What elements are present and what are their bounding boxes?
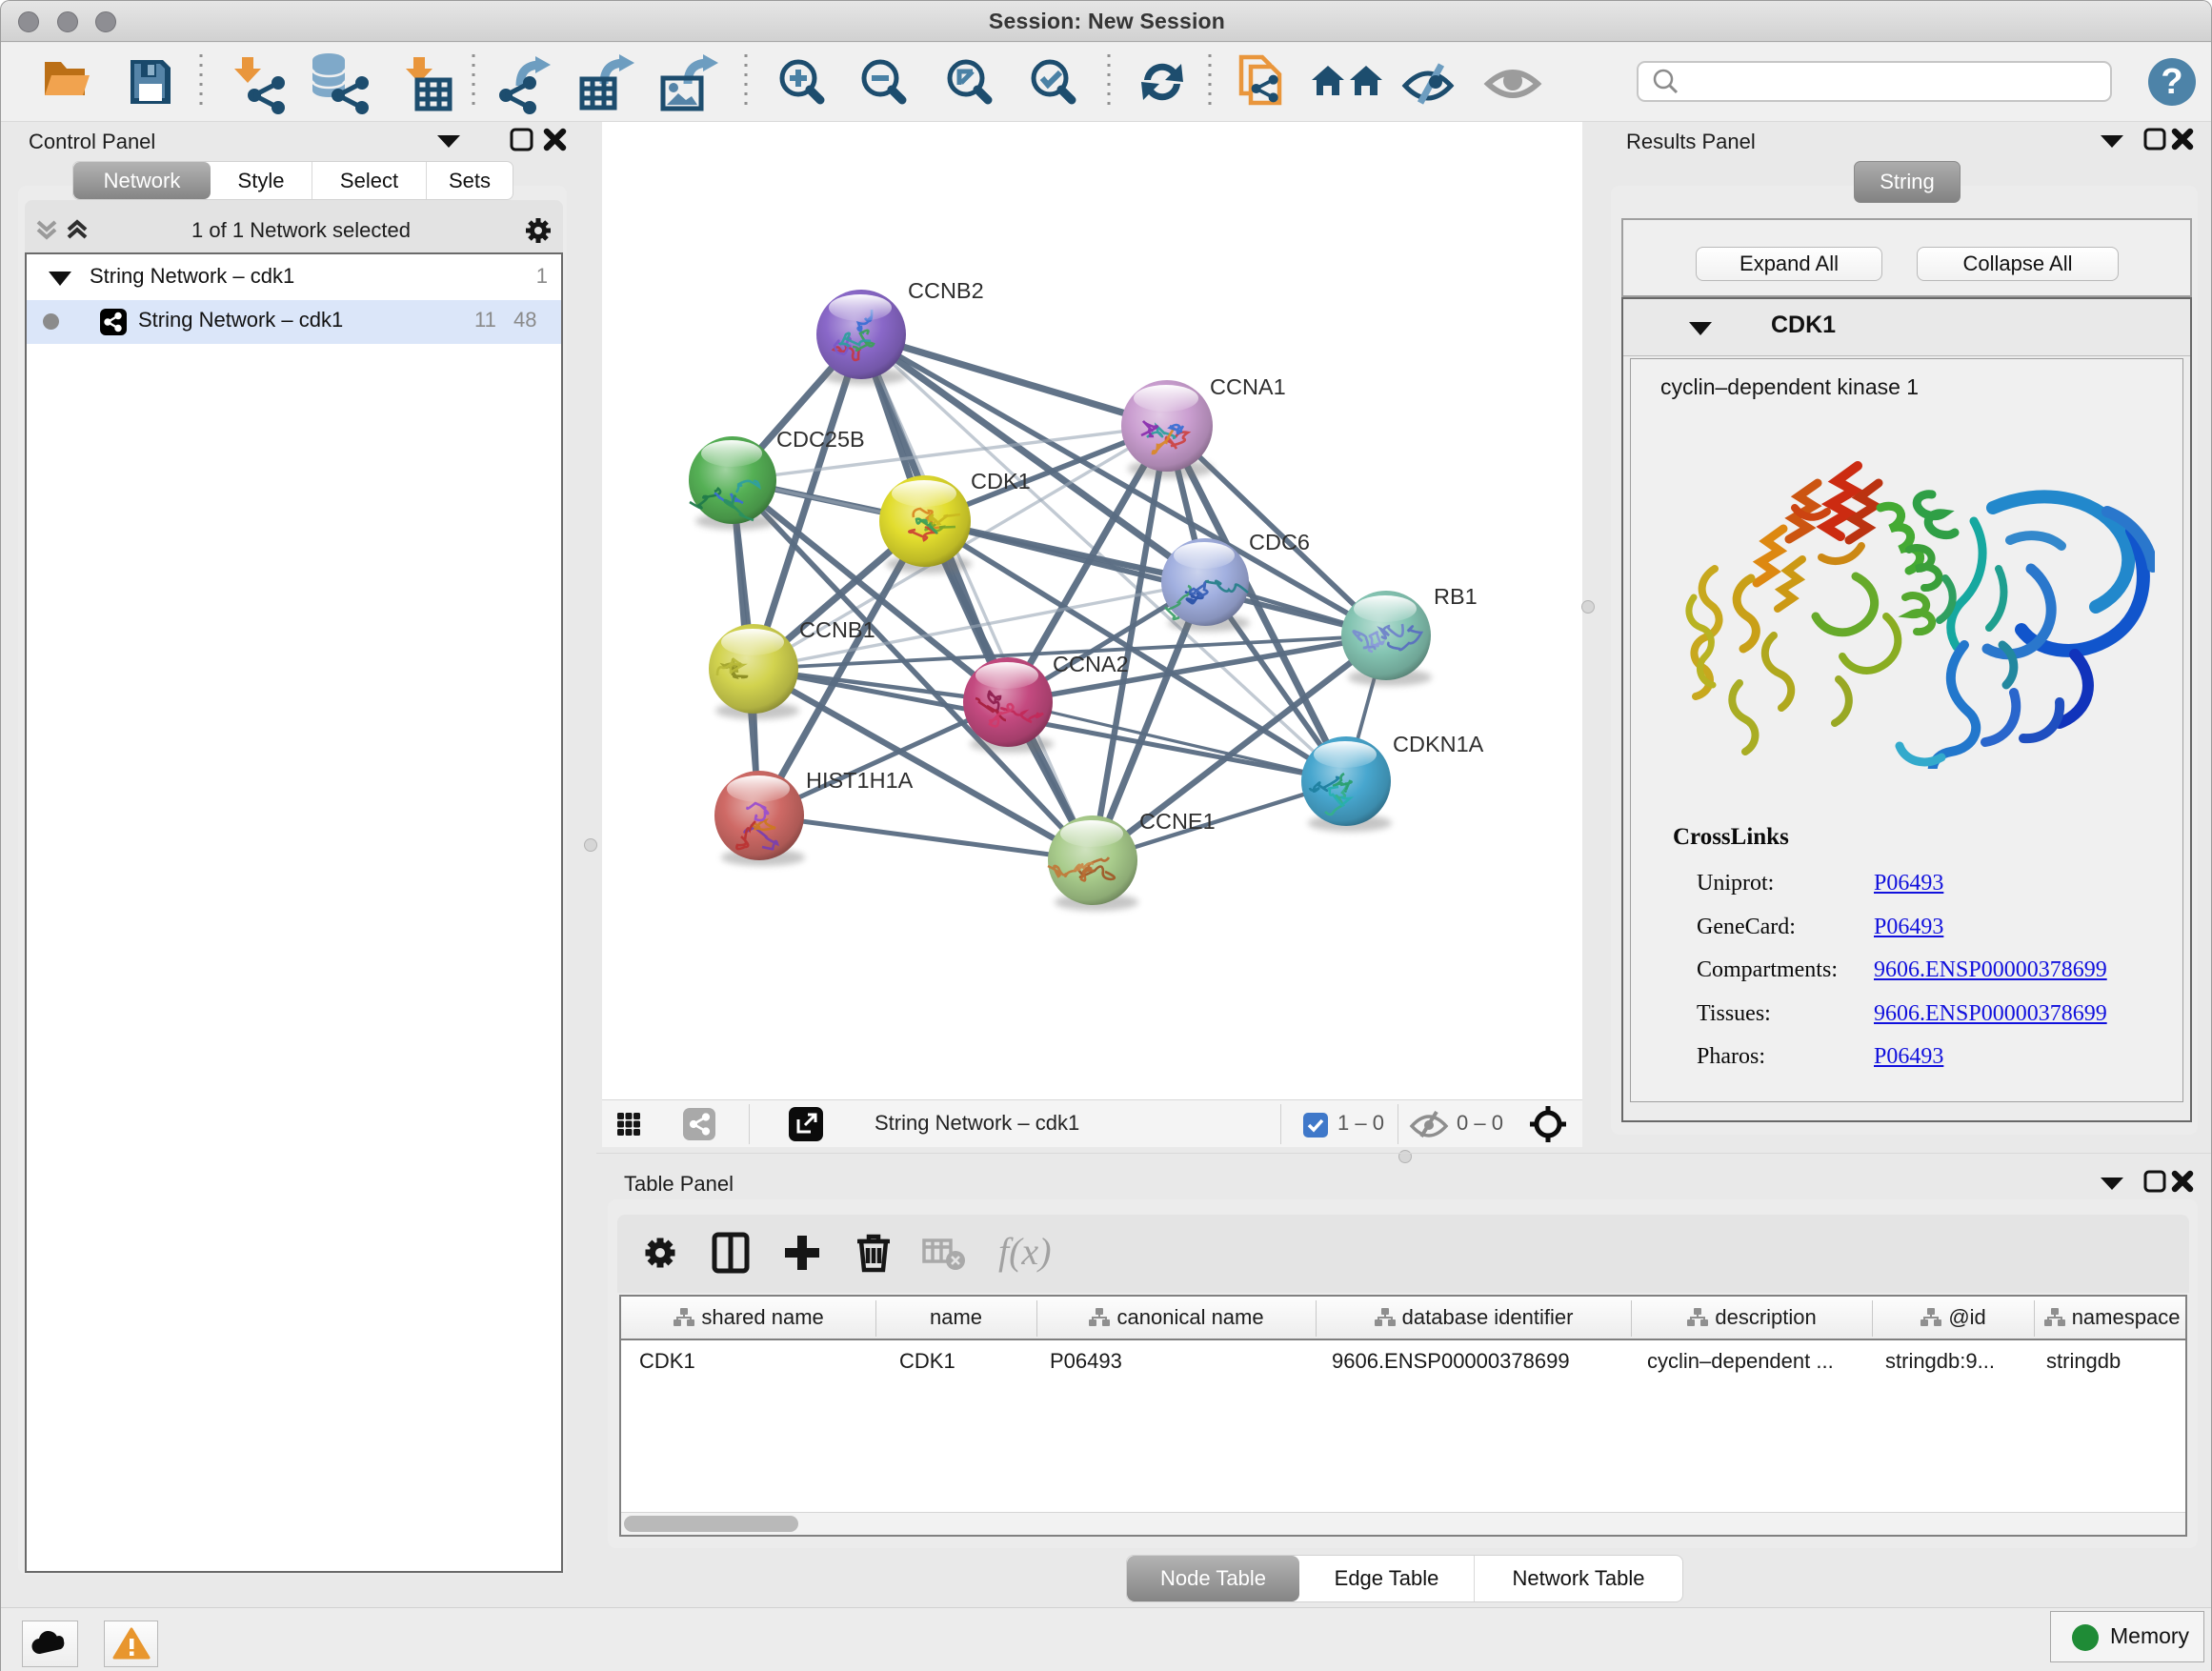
svg-text:CCNA2: CCNA2: [1053, 652, 1129, 676]
svg-text:CDK1: CDK1: [971, 469, 1031, 493]
svg-text:f(x): f(x): [998, 1230, 1052, 1273]
svg-text:?: ?: [2161, 62, 2182, 102]
svg-text:RB1: RB1: [1434, 584, 1478, 609]
svg-text:CDC25B: CDC25B: [776, 427, 865, 452]
svg-text:CCNA1: CCNA1: [1210, 374, 1286, 399]
svg-text:CDC6: CDC6: [1249, 530, 1310, 554]
svg-text:CDKN1A: CDKN1A: [1393, 732, 1484, 756]
svg-text:CCNB1: CCNB1: [799, 617, 875, 642]
svg-text:HIST1H1A: HIST1H1A: [806, 768, 914, 793]
svg-text:CCNE1: CCNE1: [1139, 809, 1216, 834]
svg-text:CCNB2: CCNB2: [908, 278, 984, 303]
